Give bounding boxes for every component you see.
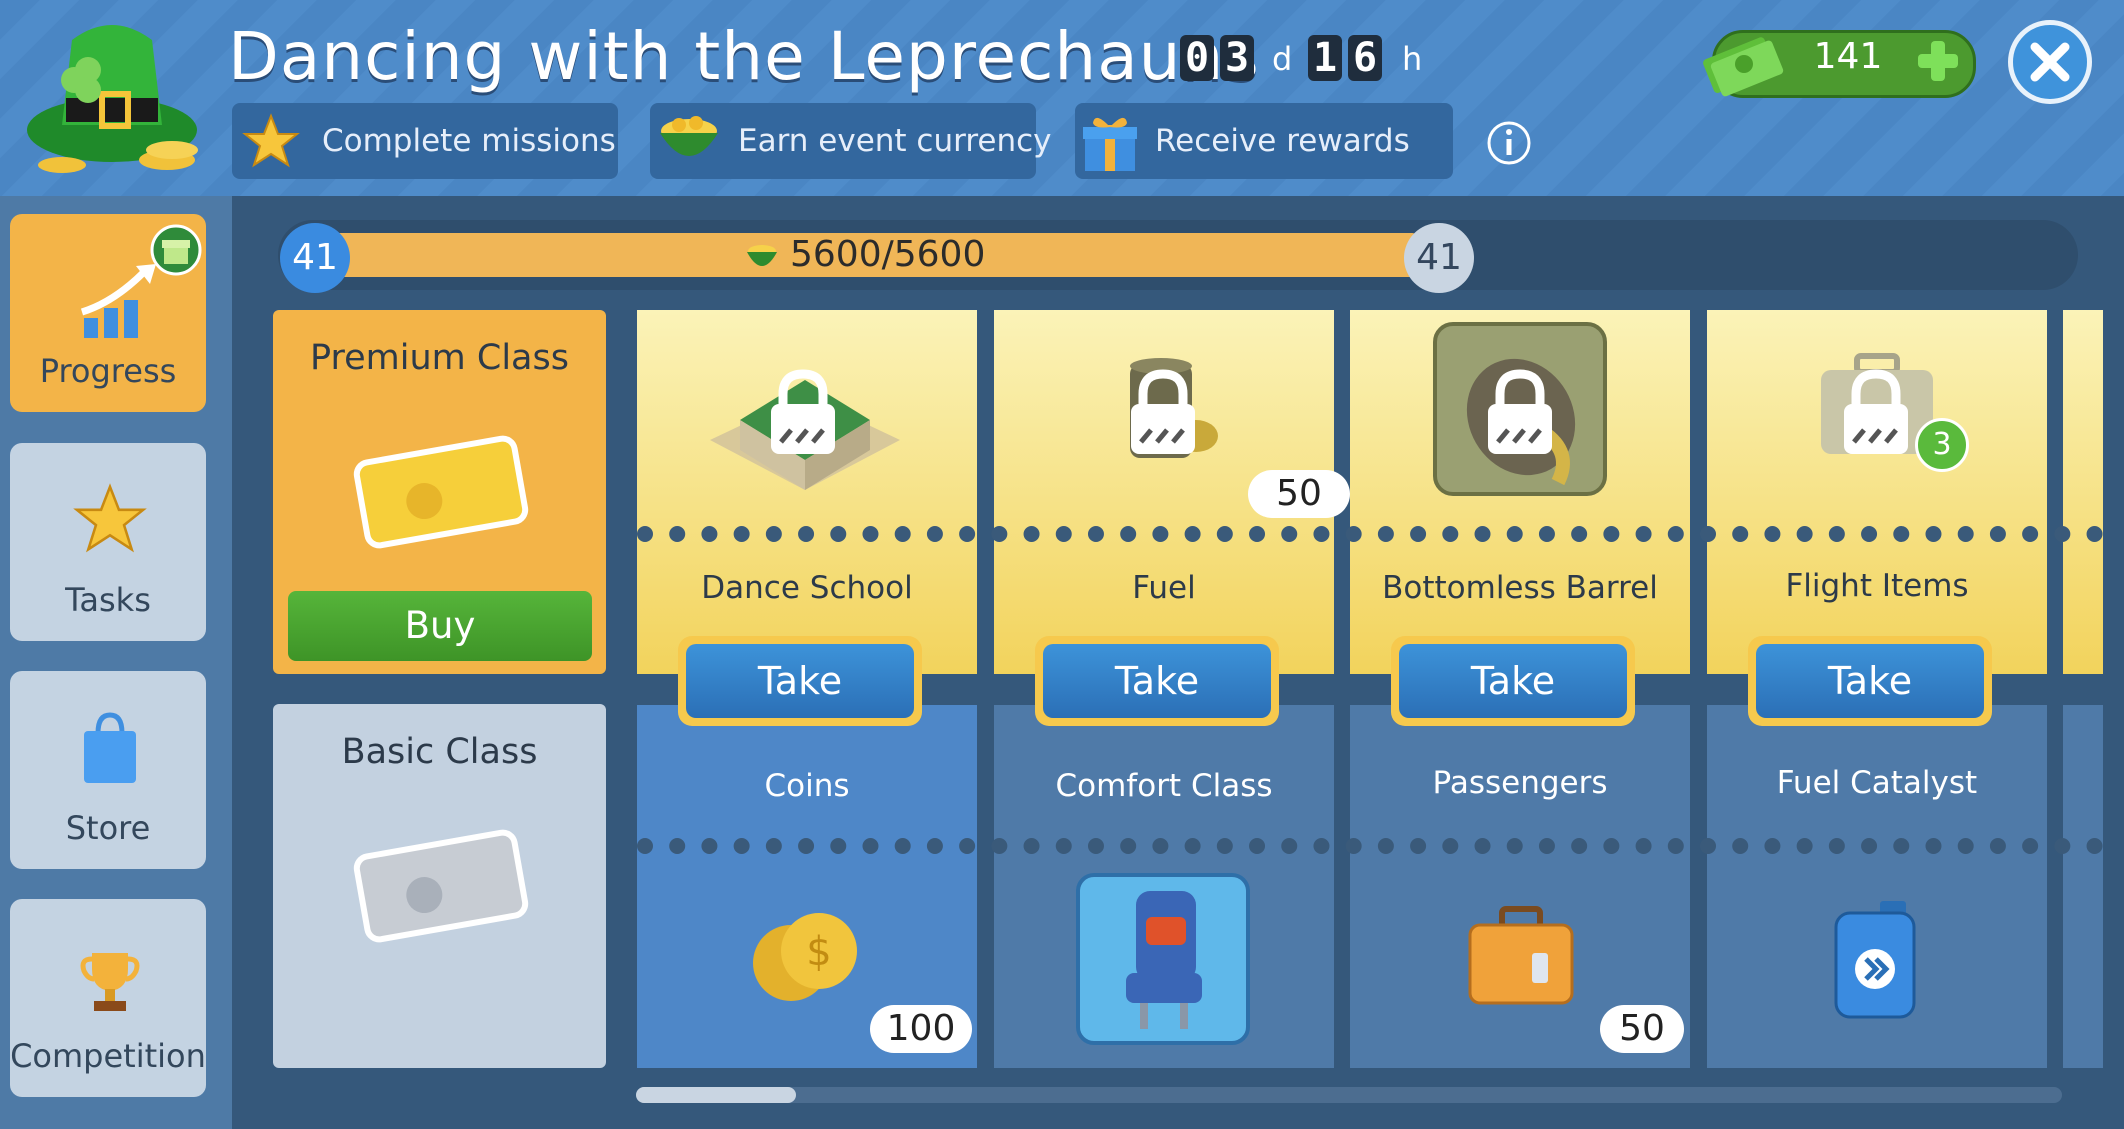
silver-ticket-icon <box>353 829 529 943</box>
basic-class-card: Basic Class <box>273 704 606 1068</box>
horizontal-scrollbar[interactable] <box>636 1087 2062 1103</box>
basic-reward-name: Passengers <box>1432 765 1608 801</box>
premium-reward-name: Bottomless Barrel <box>1382 570 1658 606</box>
take-button-label: Take <box>1043 644 1271 718</box>
timer-days-unit: d <box>1272 40 1293 78</box>
coins-icon: $ <box>753 913 857 1001</box>
current-level-badge: 41 <box>280 223 350 293</box>
trophy-icon <box>80 953 140 1011</box>
timer-hours-digit: 6 <box>1348 35 1382 81</box>
sidebar-item-label: Store <box>65 809 151 847</box>
page-title: Dancing with the Leprechauns <box>228 18 1260 95</box>
close-button[interactable] <box>2008 20 2092 104</box>
pot-of-gold-icon <box>660 116 718 156</box>
quantity-badge: 50 <box>1600 1005 1684 1053</box>
sidebar-item-competition[interactable]: Competition <box>10 899 206 1097</box>
timer-days-digit: 0 <box>1180 35 1214 81</box>
sidebar-item-progress[interactable]: Progress <box>10 214 206 412</box>
timer-hours-unit: h <box>1402 40 1423 78</box>
pot-of-gold-icon <box>747 245 777 266</box>
premium-class-title: Premium Class <box>310 338 569 378</box>
basic-reward-name: Fuel Catalyst <box>1776 765 1978 801</box>
quantity-badge: 50 <box>1248 470 1350 518</box>
take-button[interactable]: Take <box>678 636 922 726</box>
fuel-catalyst-canister-icon <box>1834 901 1916 1019</box>
step-receive-rewards: Receive rewards <box>1075 103 1453 179</box>
quantity-badge: 100 <box>870 1005 972 1053</box>
step-complete-missions: Complete missions <box>232 103 618 179</box>
leprechaun-hat-icon <box>27 25 198 173</box>
lock-icon <box>1131 369 1195 454</box>
basic-reward-card <box>2063 705 2103 1068</box>
take-button-label: Take <box>1399 644 1627 718</box>
buy-button[interactable]: Buy <box>288 591 592 661</box>
next-level-badge: 41 <box>1404 223 1474 293</box>
step-label: Receive rewards <box>1155 123 1410 159</box>
lock-icon <box>771 369 835 454</box>
add-currency-icon[interactable] <box>1915 38 1961 84</box>
take-button[interactable]: Take <box>1035 636 1279 726</box>
scrollbar-thumb[interactable] <box>636 1087 796 1103</box>
sidebar-item-label: Tasks <box>65 581 151 619</box>
basic-reward-name: Comfort Class <box>1055 768 1273 804</box>
premium-reward-name: Dance School <box>701 570 913 606</box>
sidebar-item-tasks[interactable]: Tasks <box>10 443 206 641</box>
premium-reward-name: Fuel <box>1132 570 1196 606</box>
star-icon <box>73 483 147 553</box>
take-button[interactable]: Take <box>1748 636 1992 726</box>
basic-reward-name: Coins <box>764 768 850 804</box>
lock-icon <box>1844 369 1908 454</box>
timer-hours-digit: 1 <box>1308 35 1342 81</box>
golden-ticket-icon <box>353 435 529 549</box>
take-button-label: Take <box>1756 644 1984 718</box>
currency-amount: 141 <box>1813 36 1883 77</box>
suitcase-icon <box>1468 906 1574 1005</box>
sidebar-item-label: Progress <box>39 352 177 390</box>
comfort-seat-icon <box>1076 873 1250 1045</box>
premium-reward-card <box>2063 310 2103 674</box>
progress-text: 5600/5600 <box>790 234 986 275</box>
step-earn-currency: Earn event currency <box>650 103 1052 179</box>
timer-days-digit: 3 <box>1220 35 1254 81</box>
premium-class-card: Premium Class Buy <box>273 310 606 674</box>
close-icon <box>2030 42 2070 82</box>
basic-track-line <box>637 838 2103 854</box>
step-label: Complete missions <box>322 123 616 159</box>
premium-reward-name: Flight Items <box>1785 568 1969 604</box>
take-button-label: Take <box>686 644 914 718</box>
info-icon[interactable] <box>1486 120 1532 166</box>
star-icon <box>242 113 300 168</box>
svg-text:$: $ <box>806 929 831 975</box>
shopping-bag-icon <box>84 712 136 783</box>
premium-track-line <box>637 526 2103 542</box>
basic-class-title: Basic Class <box>341 732 538 772</box>
flight-items-count-badge: 3 <box>1915 418 1969 472</box>
lock-icon <box>1488 369 1552 454</box>
step-label: Earn event currency <box>738 123 1052 159</box>
take-button[interactable]: Take <box>1391 636 1635 726</box>
sidebar-item-label: Competition <box>10 1037 206 1075</box>
gift-badge-icon <box>150 224 202 276</box>
gift-icon <box>1083 117 1137 171</box>
sidebar-item-store[interactable]: Store <box>10 671 206 869</box>
